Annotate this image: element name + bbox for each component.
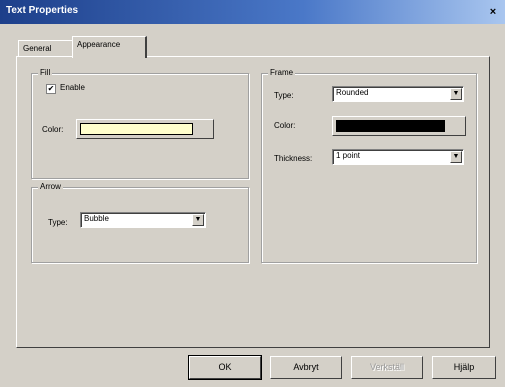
frame-group: Frame Type: Rounded ▼ Color: Thickness: … (261, 67, 477, 263)
frame-color-button[interactable] (332, 116, 466, 136)
text-properties-dialog: Text Properties × General Appearance Fil… (0, 0, 505, 387)
frame-thickness-value: 1 point (336, 151, 361, 160)
fill-enable-label: Enable (60, 83, 85, 92)
chevron-down-icon[interactable]: ▼ (450, 88, 462, 100)
ok-button[interactable]: OK (188, 355, 262, 380)
frame-type-label: Type: (274, 91, 294, 100)
fill-color-swatch (80, 123, 193, 135)
fill-group: Fill ✔ Enable Color: (31, 67, 249, 179)
frame-type-value: Rounded (336, 88, 369, 97)
frame-legend: Frame (268, 67, 296, 79)
apply-button[interactable]: Verkställ (351, 356, 423, 379)
close-icon[interactable]: × (487, 6, 499, 18)
arrow-legend: Arrow (38, 181, 63, 193)
fill-color-label: Color: (42, 125, 64, 134)
window-title: Text Properties (6, 5, 79, 16)
title-bar[interactable]: Text Properties × (0, 0, 505, 24)
frame-type-select[interactable]: Rounded ▼ (332, 86, 464, 102)
arrow-group: Arrow Type: Bubble ▼ (31, 181, 249, 263)
arrow-type-label: Type: (48, 218, 68, 227)
frame-thickness-select[interactable]: 1 point ▼ (332, 149, 464, 165)
arrow-type-select[interactable]: Bubble ▼ (80, 212, 206, 228)
frame-thickness-label: Thickness: (274, 154, 313, 163)
frame-color-swatch (336, 120, 445, 132)
frame-color-label: Color: (274, 121, 296, 130)
tab-general[interactable]: General (18, 40, 75, 57)
arrow-type-value: Bubble (84, 214, 109, 223)
chevron-down-icon[interactable]: ▼ (192, 214, 204, 226)
tab-appearance[interactable]: Appearance (72, 36, 147, 58)
chevron-down-icon[interactable]: ▼ (450, 151, 462, 163)
cancel-button[interactable]: Avbryt (270, 356, 342, 379)
fill-legend: Fill (38, 67, 53, 79)
fill-color-button[interactable] (76, 119, 214, 139)
help-button[interactable]: Hjälp (432, 356, 496, 379)
appearance-panel: Fill ✔ Enable Color: Arrow Type: Bubble … (16, 56, 490, 348)
fill-enable-checkbox[interactable]: ✔ (46, 84, 56, 94)
